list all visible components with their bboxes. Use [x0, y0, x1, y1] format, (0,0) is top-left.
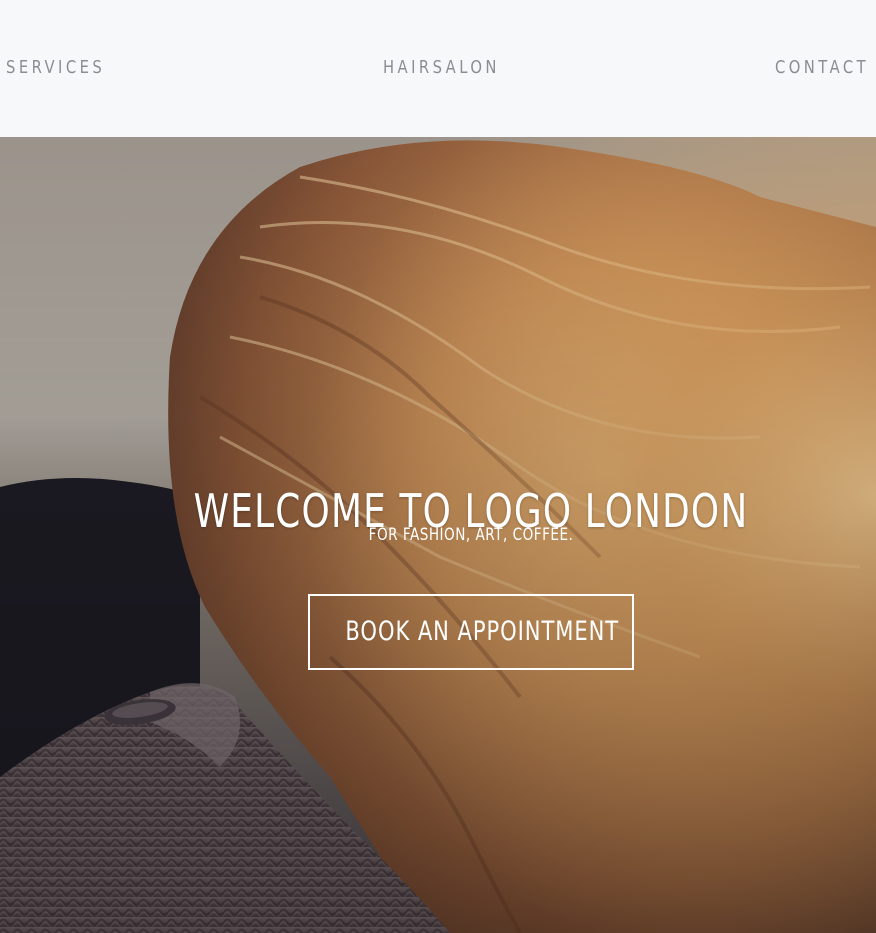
brand-logo-link[interactable]: HAIRSALON	[383, 56, 500, 80]
book-appointment-button[interactable]: BOOK AN APPOINTMENT	[308, 594, 634, 670]
nav-link-services[interactable]: SERVICES	[6, 56, 105, 80]
site-header: SERVICES HAIRSALON CONTACT	[0, 0, 876, 137]
hero-subtitle: FOR FASHION, ART, COFFEE.	[368, 525, 574, 545]
nav-link-contact[interactable]: CONTACT	[775, 56, 869, 80]
book-appointment-button-label: BOOK AN APPOINTMENT	[345, 616, 620, 647]
hero-section: WELCOME TO LOGO LONDON FOR FASHION, ART,…	[0, 137, 876, 933]
